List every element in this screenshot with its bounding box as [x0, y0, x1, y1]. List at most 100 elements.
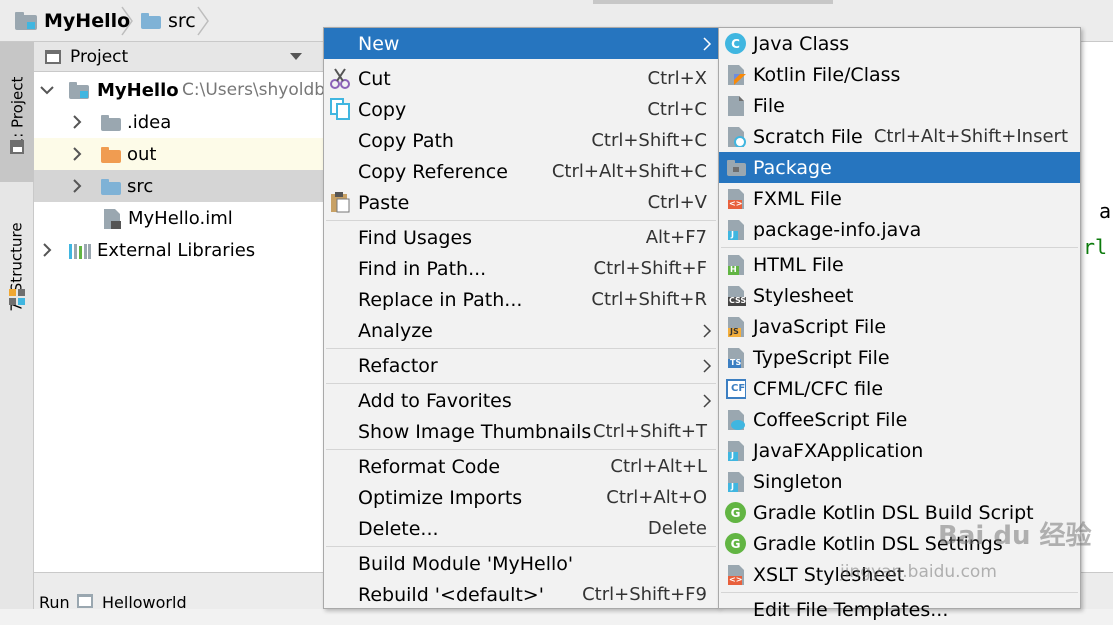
source-folder-icon: [141, 13, 161, 29]
menu-separator: [721, 592, 1078, 593]
tree-row-iml[interactable]: MyHello.iml: [34, 202, 324, 234]
submenu-item-html-file[interactable]: H HTML File: [719, 249, 1080, 280]
run-config-label[interactable]: Helloworld: [102, 593, 187, 612]
module-folder-icon: [69, 82, 89, 99]
menu-item-find-usages[interactable]: Find Usages Alt+F7: [324, 222, 718, 253]
menu-item-rebuild[interactable]: Rebuild '<default>' Ctrl+Shift+F9: [324, 579, 718, 610]
tree-row-src[interactable]: src: [34, 170, 324, 202]
submenu-item-label: CFML/CFC file: [753, 377, 884, 400]
submenu-item-java-class[interactable]: C Java Class: [719, 28, 1080, 59]
chevron-right-icon[interactable]: [70, 147, 84, 161]
editor-tab-indicator: [593, 0, 833, 4]
cf-badge: CF: [731, 383, 746, 394]
submenu-item-typescript-file[interactable]: TS TypeScript File: [719, 342, 1080, 373]
editor-area[interactable]: a rl: [1082, 42, 1113, 582]
tab-project[interactable]: 1: Project: [0, 42, 34, 182]
submenu-item-label: Stylesheet: [753, 284, 854, 307]
structure-tab-icon: [9, 289, 25, 305]
java-badge: J: [731, 230, 734, 239]
menu-item-shortcut: Ctrl+C: [647, 99, 707, 120]
submenu-arrow-icon: [703, 324, 712, 338]
tab-structure[interactable]: 7: Structure: [0, 192, 34, 342]
submenu-item-fxml-file[interactable]: <> FXML File: [719, 183, 1080, 214]
context-menu: New Cut Ctrl+X Copy Ctrl+C Copy Path Ctr…: [323, 27, 719, 609]
java-class-icon: C: [725, 33, 746, 54]
submenu-item-package[interactable]: Package: [719, 152, 1080, 183]
menu-separator: [326, 220, 716, 221]
submenu-item-label: Package: [753, 156, 832, 179]
watermark-url: jingyan.baidu.com: [840, 562, 997, 582]
css-badge: CSS: [729, 296, 747, 305]
chevron-right-icon[interactable]: [40, 243, 54, 257]
submenu-item-javafx-application[interactable]: J JavaFXApplication: [719, 435, 1080, 466]
project-panel-header[interactable]: Project: [34, 42, 324, 72]
tree-label-out: out: [127, 143, 157, 165]
tree-row-out[interactable]: out: [34, 138, 324, 170]
menu-item-shortcut: Ctrl+Shift+R: [591, 289, 707, 310]
copy-icon: [330, 98, 350, 120]
run-tab-label[interactable]: Run: [39, 593, 70, 612]
menu-item-label: Find Usages: [358, 226, 473, 249]
menu-item-replace-in-path[interactable]: Replace in Path... Ctrl+Shift+R: [324, 284, 718, 315]
menu-item-shortcut: Ctrl+Shift+F: [593, 258, 707, 279]
menu-separator: [326, 546, 716, 547]
submenu-item-label: Scratch File: [753, 125, 863, 148]
menu-item-find-in-path[interactable]: Find in Path... Ctrl+Shift+F: [324, 253, 718, 284]
submenu-item-package-info[interactable]: J package-info.java: [719, 214, 1080, 245]
submenu-item-label: Java Class: [753, 32, 850, 55]
breadcrumb-src[interactable]: src: [140, 0, 196, 42]
tree-row-myhello[interactable]: MyHello C:\Users\shyoldb: [34, 74, 325, 106]
chevron-right-icon[interactable]: [70, 115, 84, 129]
menu-item-cut[interactable]: Cut Ctrl+X: [324, 63, 718, 94]
submenu-item-scratch-file[interactable]: Scratch File Ctrl+Alt+Shift+Insert: [719, 121, 1080, 152]
menu-item-show-image-thumbnails[interactable]: Show Image Thumbnails Ctrl+Shift+T: [324, 416, 718, 447]
scratch-file-icon: [728, 127, 746, 147]
submenu-item-singleton[interactable]: J Singleton: [719, 466, 1080, 497]
menu-item-new[interactable]: New: [324, 28, 718, 59]
menu-item-add-to-favorites[interactable]: Add to Favorites: [324, 385, 718, 416]
chevron-down-icon[interactable]: [290, 53, 302, 61]
menu-item-copy-path[interactable]: Copy Path Ctrl+Shift+C: [324, 125, 718, 156]
submenu-item-label: Singleton: [753, 470, 843, 493]
menu-item-shortcut: Ctrl+V: [647, 192, 707, 213]
submenu-item-coffeescript-file[interactable]: CoffeeScript File: [719, 404, 1080, 435]
coffeescript-file-icon: [728, 410, 745, 430]
tab-project-label: 1: Project: [8, 76, 26, 148]
submenu-item-kotlin-file[interactable]: Kotlin File/Class: [719, 59, 1080, 90]
submenu-item-edit-file-templates[interactable]: Edit File Templates...: [719, 594, 1080, 625]
submenu-item-javascript-file[interactable]: JS JavaScript File: [719, 311, 1080, 342]
submenu-item-label: Kotlin File/Class: [753, 63, 901, 86]
menu-item-refactor[interactable]: Refactor: [324, 350, 718, 381]
ts-badge: TS: [730, 358, 742, 367]
tree-row-libraries[interactable]: External Libraries: [34, 234, 324, 266]
tree-row-idea[interactable]: .idea: [34, 106, 324, 138]
menu-item-paste[interactable]: Paste Ctrl+V: [324, 187, 718, 218]
menu-item-optimize-imports[interactable]: Optimize Imports Ctrl+Alt+O: [324, 482, 718, 513]
submenu-item-stylesheet[interactable]: CSS Stylesheet: [719, 280, 1080, 311]
menu-item-build-module[interactable]: Build Module 'MyHello': [324, 548, 718, 579]
submenu-item-cfml-file[interactable]: CF CFML/CFC file: [719, 373, 1080, 404]
submenu-item-label: CoffeeScript File: [753, 408, 908, 431]
submenu-item-file[interactable]: File: [719, 90, 1080, 121]
java-badge: J: [731, 451, 734, 460]
menu-item-delete[interactable]: Delete... Delete: [324, 513, 718, 544]
menu-item-label: Replace in Path...: [358, 288, 523, 311]
java-file-icon: [728, 472, 744, 492]
menu-item-analyze[interactable]: Analyze: [324, 315, 718, 346]
code-fragment-1: a: [1099, 199, 1112, 223]
chevron-right-icon[interactable]: [70, 179, 84, 193]
menu-item-reformat-code[interactable]: Reformat Code Ctrl+Alt+L: [324, 451, 718, 482]
menu-item-copy-reference[interactable]: Copy Reference Ctrl+Alt+Shift+C: [324, 156, 718, 187]
menu-item-copy[interactable]: Copy Ctrl+C: [324, 94, 718, 125]
module-folder-icon: [15, 12, 37, 30]
menu-item-label: Copy Path: [358, 129, 454, 152]
submenu-item-label: JavaScript File: [753, 315, 887, 338]
submenu-arrow-icon: [703, 359, 712, 373]
menu-separator: [721, 247, 1078, 248]
menu-item-shortcut: Ctrl+X: [647, 68, 707, 89]
scissors-icon: [330, 68, 350, 89]
breadcrumb-project[interactable]: MyHello: [14, 0, 130, 42]
chevron-down-icon[interactable]: [40, 83, 54, 97]
menu-item-label: Show Image Thumbnails: [358, 420, 592, 443]
project-tab-icon: [10, 140, 24, 154]
